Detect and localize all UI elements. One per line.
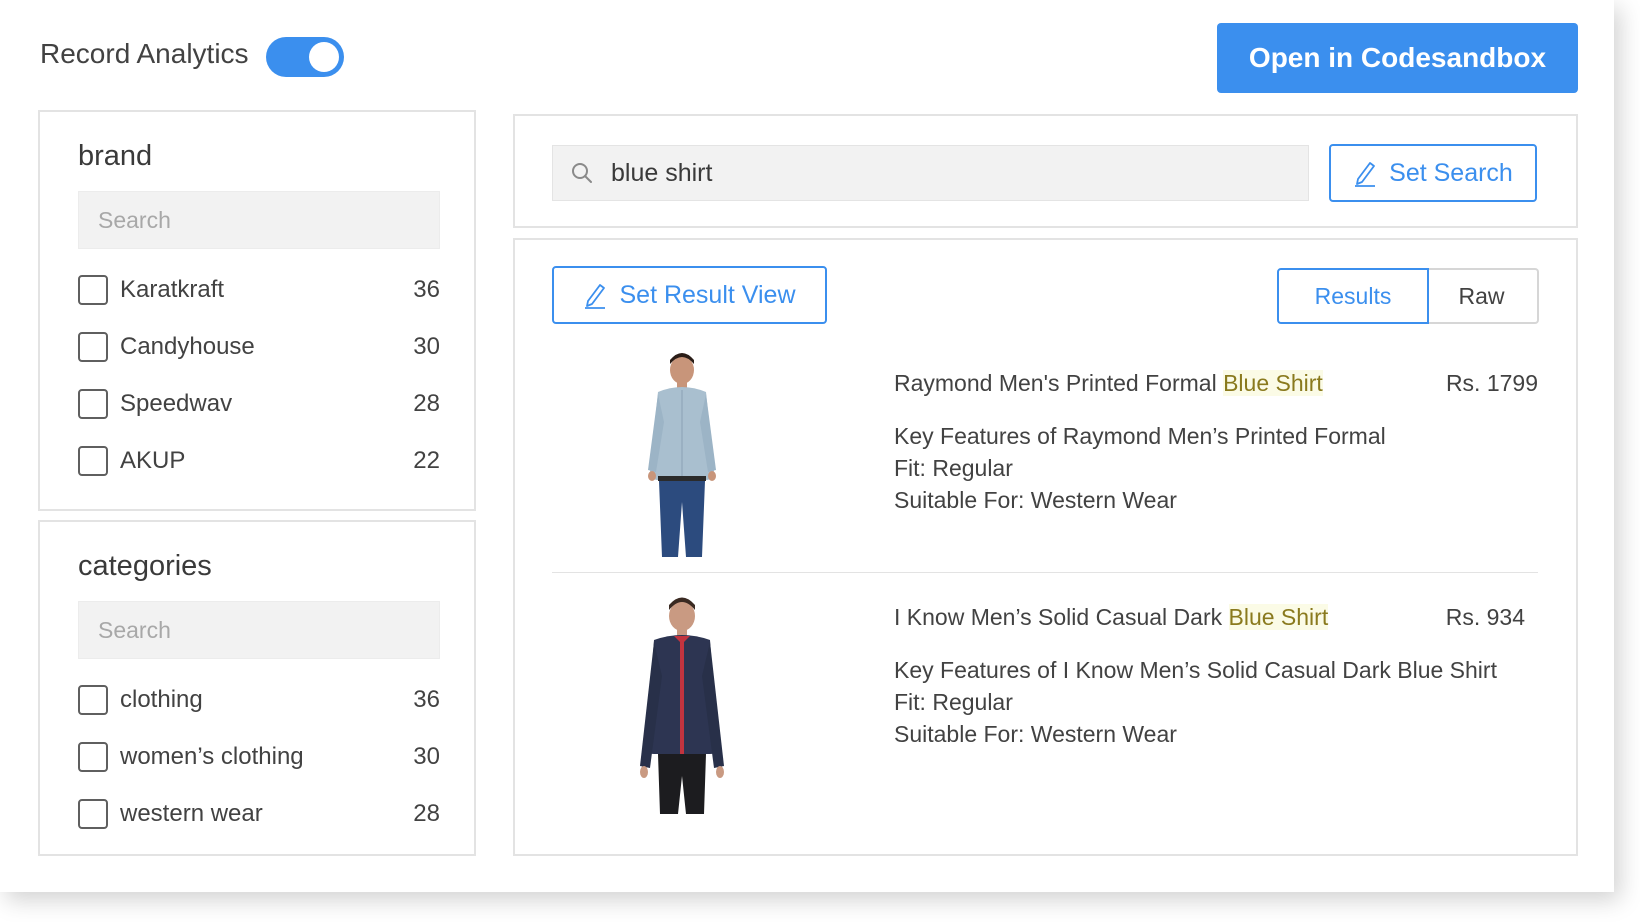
- result-item[interactable]: I Know Men’s Solid Casual Dark Blue Shir…: [552, 597, 1538, 838]
- categories-search-input[interactable]: [78, 601, 440, 659]
- facet-title-categories: categories: [78, 550, 212, 582]
- facet-item-label: Candyhouse: [120, 333, 255, 360]
- result-title-highlight: Blue Shirt: [1223, 370, 1323, 396]
- facet-item-label: clothing: [120, 686, 203, 713]
- description-line: Key Features of I Know Men’s Solid Casua…: [894, 657, 1497, 683]
- facet-item-candyhouse[interactable]: Candyhouse 30: [78, 331, 440, 363]
- facet-item-count: 30: [413, 333, 440, 360]
- tab-results[interactable]: Results: [1277, 268, 1429, 324]
- brand-search-input[interactable]: [78, 191, 440, 249]
- description-line: Suitable For: Western Wear: [894, 721, 1177, 747]
- result-description: Key Features of Raymond Men’s Printed Fo…: [894, 420, 1386, 516]
- facet-item-label: Speedwav: [120, 390, 233, 417]
- facet-item-count: 36: [413, 276, 440, 303]
- record-analytics-label: Record Analytics: [40, 38, 249, 69]
- facet-item-label: AKUP: [120, 447, 186, 474]
- checkbox[interactable]: [78, 799, 108, 829]
- record-analytics-toggle[interactable]: [266, 37, 344, 77]
- open-in-codesandbox-button[interactable]: Open in Codesandbox: [1217, 23, 1578, 93]
- checkbox[interactable]: [78, 389, 108, 419]
- facet-title-brand: brand: [78, 140, 153, 172]
- checkbox[interactable]: [78, 332, 108, 362]
- result-price: Rs. 1799: [1445, 370, 1538, 396]
- result-price: Rs. 934: [1445, 604, 1525, 630]
- tab-raw[interactable]: Raw: [1426, 268, 1539, 324]
- facet-item-clothing[interactable]: clothing 36: [78, 684, 440, 716]
- result-description: Key Features of I Know Men’s Solid Casua…: [894, 654, 1497, 750]
- facet-item-western-wear[interactable]: western wear 28: [78, 798, 440, 830]
- result-item[interactable]: Raymond Men's Printed Formal Blue Shirt …: [552, 350, 1538, 590]
- result-title[interactable]: I Know Men’s Solid Casual Dark Blue Shir…: [894, 604, 1329, 631]
- facet-item-label: women’s clothing: [120, 743, 304, 770]
- description-line: Fit: Regular: [894, 455, 1013, 481]
- set-result-view-button[interactable]: Set Result View: [552, 266, 827, 324]
- description-line: Suitable For: Western Wear: [894, 487, 1177, 513]
- facet-item-count: 28: [413, 390, 440, 417]
- set-result-view-label: Set Result View: [619, 280, 796, 309]
- facet-item-label: western wear: [120, 800, 263, 827]
- result-title-text: Raymond Men's Printed Formal: [894, 370, 1224, 396]
- search-box[interactable]: [552, 145, 1309, 201]
- pencil-icon: [1355, 162, 1376, 187]
- brand-facet-panel: brand Karatkraft 36 Candyhouse 30 Speedw…: [38, 110, 476, 511]
- product-image: [640, 597, 724, 814]
- pencil-icon: [585, 284, 606, 309]
- facet-item-count: 36: [413, 686, 440, 713]
- result-title[interactable]: Raymond Men's Printed Formal Blue Shirt: [894, 370, 1323, 397]
- checkbox[interactable]: [78, 446, 108, 476]
- search-input[interactable]: [611, 158, 1291, 188]
- description-line: Fit: Regular: [894, 689, 1013, 715]
- set-search-button[interactable]: Set Search: [1329, 144, 1537, 202]
- facet-item-count: 28: [413, 800, 440, 827]
- facet-item-akup[interactable]: AKUP 22: [78, 445, 440, 477]
- facet-item-count: 30: [413, 743, 440, 770]
- result-divider: [552, 572, 1538, 573]
- set-search-label: Set Search: [1389, 158, 1513, 187]
- categories-facet-panel: categories clothing 36 women’s clothing …: [38, 520, 476, 856]
- result-title-highlight: Blue Shirt: [1228, 604, 1329, 630]
- checkbox[interactable]: [78, 685, 108, 715]
- facet-item-womens-clothing[interactable]: women’s clothing 30: [78, 741, 440, 773]
- facet-item-label: Karatkraft: [120, 276, 225, 303]
- checkbox[interactable]: [78, 275, 108, 305]
- facet-item-count: 22: [413, 447, 440, 474]
- description-line: Key Features of Raymond Men’s Printed Fo…: [894, 423, 1386, 449]
- result-title-text: I Know Men’s Solid Casual Dark: [894, 604, 1229, 630]
- checkbox[interactable]: [78, 742, 108, 772]
- facet-item-karatkraft[interactable]: Karatkraft 36: [78, 274, 440, 306]
- toggle-knob: [309, 42, 339, 72]
- search-panel: Set Search: [513, 114, 1578, 228]
- results-panel: Set Result View Results Raw Raymond Men'…: [513, 238, 1578, 856]
- app-frame: Record Analytics Open in Codesandbox bra…: [0, 0, 1614, 892]
- search-icon: [572, 163, 592, 183]
- facet-item-speedwav[interactable]: Speedwav 28: [78, 388, 440, 420]
- product-image: [648, 353, 716, 557]
